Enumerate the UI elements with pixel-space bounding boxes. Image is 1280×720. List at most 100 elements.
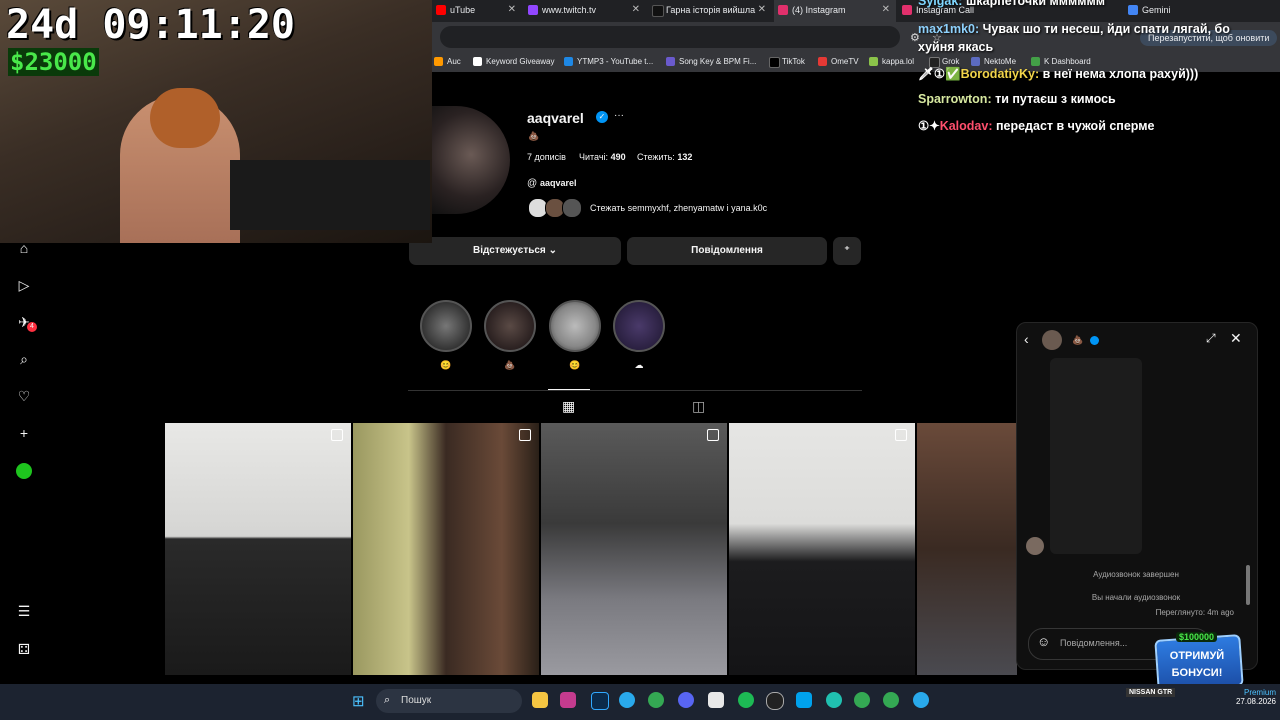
system-clock[interactable]: Premium 27.08.2026	[1200, 688, 1276, 706]
tab-gemini[interactable]: Gemini	[1124, 0, 1194, 22]
scrollbar[interactable]	[1246, 565, 1250, 605]
story-highlight[interactable]	[420, 300, 472, 352]
app-icon[interactable]	[708, 692, 724, 708]
menu-icon[interactable]: ☰	[16, 603, 32, 619]
app-icon[interactable]	[560, 692, 576, 708]
chrome-icon[interactable]	[883, 692, 899, 708]
notification-badge: 4	[27, 322, 37, 332]
close-icon[interactable]: ✕	[632, 0, 640, 20]
telegram-icon[interactable]	[619, 692, 635, 708]
followers-label: Читачі:	[579, 152, 609, 162]
windows-taskbar	[0, 684, 1280, 720]
chrome-icon[interactable]	[854, 692, 870, 708]
heart-icon[interactable]: ♡	[16, 388, 32, 404]
apps-icon[interactable]: ⚃	[16, 641, 32, 657]
spotify-icon[interactable]	[738, 692, 754, 708]
close-icon[interactable]: ✕	[508, 0, 516, 20]
close-icon[interactable]: ✕	[1230, 330, 1242, 347]
app-icon[interactable]	[796, 692, 812, 708]
message-button[interactable]: Повідомлення	[627, 237, 827, 265]
telegram-icon[interactable]	[913, 692, 929, 708]
discord-icon[interactable]	[678, 692, 694, 708]
verified-icon	[1090, 336, 1099, 345]
bookmark-icon	[971, 57, 980, 66]
profile-avatar-icon[interactable]	[16, 463, 32, 479]
bookmark-icon	[1031, 57, 1040, 66]
photoshop-icon[interactable]	[591, 692, 609, 710]
verified-icon: ✓	[596, 111, 608, 123]
dm-avatar[interactable]	[1042, 330, 1062, 350]
posts-count: 7 дописів	[527, 152, 566, 162]
twitch-icon	[528, 5, 538, 15]
emoji-icon[interactable]: ☺	[1037, 634, 1050, 649]
following-label: Стежить:	[637, 152, 675, 162]
poop-icon: 💩	[1072, 335, 1084, 345]
windows-start-icon[interactable]: ⊞	[352, 692, 365, 710]
tab-label: (4) Instagram	[792, 5, 846, 15]
following-link[interactable]: Стежить: 132	[637, 152, 692, 162]
bookmark-song-key[interactable]: Song Key & BPM Fi...	[666, 52, 756, 72]
bookmark-keyword-giveaway[interactable]: Keyword Giveaway	[473, 52, 554, 72]
shared-screenshot[interactable]	[1050, 358, 1142, 554]
tab-twitch[interactable]: www.twitch.tv ✕	[524, 0, 646, 22]
stream-timer: 24d 09:11:20	[6, 2, 295, 48]
post-thumbnail[interactable]	[353, 423, 539, 675]
bookmark-icon	[564, 57, 573, 66]
close-icon[interactable]: ✕	[758, 0, 766, 20]
bookmark-ometv[interactable]: OmeTV	[818, 52, 859, 72]
grid-icon[interactable]: ▦	[562, 398, 575, 415]
create-icon[interactable]: +	[16, 425, 32, 441]
address-bar[interactable]	[440, 26, 900, 48]
highlight-caption: 😊	[440, 360, 452, 370]
gemini-icon	[1128, 5, 1138, 15]
taskbar-search[interactable]	[376, 689, 522, 713]
chat-username: Sylgak:	[918, 0, 963, 8]
threads-handle[interactable]: aaqvarel	[540, 178, 577, 188]
tagged-icon[interactable]: ◫	[692, 398, 705, 415]
post-thumbnail[interactable]	[541, 423, 727, 675]
followed-by-text[interactable]: Стежать semmyxhf, zhenyamatw і yana.k0c	[590, 203, 767, 213]
bookmark-label: Keyword Giveaway	[486, 57, 555, 66]
story-highlight[interactable]	[549, 300, 601, 352]
bookmark-label: OmeTV	[831, 57, 859, 66]
chat-message: max1mk0: Чувак шо ти несеш, йди спати ля…	[918, 20, 1258, 56]
reels-icon[interactable]: ▷	[16, 277, 32, 293]
chrome-icon[interactable]	[648, 692, 664, 708]
app-icon[interactable]	[826, 692, 842, 708]
threads-icon: @	[527, 178, 538, 189]
obs-icon[interactable]	[766, 692, 784, 710]
post-thumbnail[interactable]	[729, 423, 915, 675]
tab-tiktok-story[interactable]: Гарна історія вийшла ✕	[648, 0, 772, 22]
post-thumbnail[interactable]	[917, 423, 1017, 675]
post-thumbnail[interactable]	[165, 423, 351, 675]
chat-message: Sparrowton: ти путаєш з кимось	[918, 92, 1116, 106]
bookmark-icon	[473, 57, 482, 66]
add-user-button[interactable]: ⁺	[833, 237, 861, 265]
close-icon[interactable]: ✕	[882, 0, 890, 20]
followers-link[interactable]: Читачі: 490	[579, 152, 626, 162]
chat-username: Kalodav:	[939, 119, 993, 133]
bonus-label: ОТРИМУЙ	[1169, 650, 1225, 662]
bookmark-kappa[interactable]: kappa.lol	[869, 52, 914, 72]
bookmark-label: NektoMe	[984, 57, 1017, 66]
more-options-icon[interactable]: ···	[614, 110, 624, 121]
bonus-amount: $100000	[1176, 632, 1218, 642]
tab-instagram[interactable]: (4) Instagram ✕	[774, 0, 896, 22]
file-explorer-icon[interactable]	[532, 692, 548, 708]
bookmark-icon	[769, 57, 780, 68]
carousel-icon	[331, 429, 343, 441]
search-icon[interactable]: ⌕	[16, 351, 32, 367]
bookmark-ytmp3[interactable]: YTMP3 - YouTube t...	[564, 52, 653, 72]
back-icon[interactable]: ‹	[1024, 331, 1029, 347]
profile-tabs	[408, 390, 862, 421]
following-dropdown-button[interactable]: Відстежується ⌄	[409, 237, 621, 265]
bookmark-label: kappa.lol	[882, 57, 915, 66]
expand-icon[interactable]: ⤢	[1206, 331, 1216, 346]
story-highlight[interactable]	[484, 300, 536, 352]
bookmark-auc[interactable]: Auc	[434, 52, 461, 72]
story-highlight[interactable]	[613, 300, 665, 352]
bookmark-tiktok[interactable]: TikTok	[769, 52, 805, 72]
following-count: 132	[677, 152, 693, 162]
bonus-label: БОНУСИ!	[1171, 667, 1223, 679]
tab-youtube[interactable]: uTube ✕	[432, 0, 522, 22]
